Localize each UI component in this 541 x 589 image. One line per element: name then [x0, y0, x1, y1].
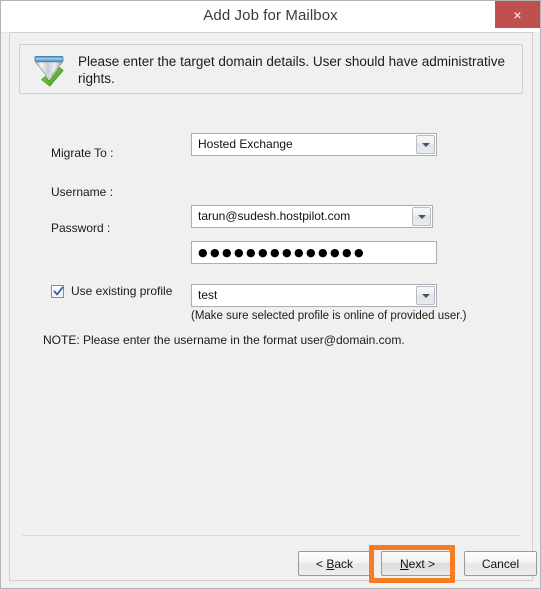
profile-hint: (Make sure selected profile is online of… — [191, 310, 467, 322]
page-title: Add Job for Mailbox — [203, 7, 338, 24]
migrate-to-label: Migrate To : — [51, 146, 114, 160]
profile-dropdown-button[interactable] — [416, 286, 435, 305]
cancel-button-label: Cancel — [481, 556, 520, 571]
username-dropdown-button[interactable] — [412, 207, 431, 226]
footer-divider — [22, 535, 520, 536]
back-button[interactable]: < Back — [298, 551, 371, 576]
username-combobox[interactable]: tarun@sudesh.hostpilot.com — [191, 205, 433, 228]
use-existing-profile-label: Use existing profile — [71, 284, 173, 298]
dialog-body-panel: Please enter the target domain details. … — [9, 32, 537, 581]
cancel-button[interactable]: Cancel — [464, 551, 537, 576]
password-label: Password : — [51, 221, 111, 235]
title-bar: Add Job for Mailbox × — [1, 1, 540, 33]
checkmark-icon — [53, 285, 64, 296]
username-value: tarun@sudesh.hostpilot.com — [198, 209, 351, 223]
profile-combobox[interactable]: test — [191, 284, 437, 307]
username-label: Username : — [51, 185, 114, 199]
migrate-to-value: Hosted Exchange — [198, 137, 293, 151]
chevron-down-icon — [421, 142, 430, 147]
close-icon: × — [513, 6, 522, 23]
dialog-window: Add Job for Mailbox × Please enter the t… — [0, 0, 541, 589]
chevron-down-icon — [417, 214, 426, 219]
migrate-to-dropdown-button[interactable] — [416, 135, 435, 154]
username-format-note: NOTE: Please enter the username in the f… — [43, 333, 405, 347]
password-field[interactable]: ●●●●●●●●●●●●●● — [191, 241, 437, 264]
form-area: Migrate To : Hosted Exchange Username : … — [10, 33, 532, 580]
chevron-down-icon — [421, 293, 430, 298]
profile-value: test — [198, 288, 218, 302]
migrate-to-combobox[interactable]: Hosted Exchange — [191, 133, 437, 156]
close-button[interactable]: × — [495, 1, 540, 28]
use-existing-profile-checkbox[interactable] — [51, 284, 64, 298]
password-value: ●●●●●●●●●●●●●● — [198, 246, 366, 259]
back-button-label: < Back — [315, 556, 354, 571]
next-button[interactable]: Next > — [381, 551, 454, 576]
next-button-label: Next > — [399, 556, 436, 571]
use-existing-profile-checkbox-row[interactable]: Use existing profile — [51, 284, 172, 298]
